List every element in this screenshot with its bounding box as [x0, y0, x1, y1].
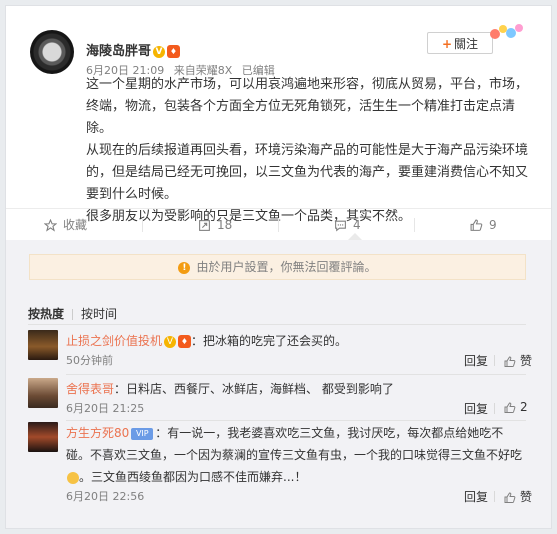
comment-text: 方生方死80 VIP ：有一说一，我老婆喜欢吃三文鱼，我讨厌吃，每次都点给她吃不碰。…: [66, 422, 526, 488]
verified-icon: V: [164, 335, 177, 348]
reply-button[interactable]: 回复: [464, 488, 488, 505]
warning-icon: !: [178, 261, 191, 274]
like-count: 9: [489, 218, 497, 232]
tab-sort-time[interactable]: 按时间: [81, 307, 117, 321]
divider: [278, 218, 279, 232]
comment-item: 方生方死80 VIP ：有一说一，我老婆喜欢吃三文鱼，我讨厌吃，每次都点给她吃不碰。…: [28, 422, 532, 508]
like-button[interactable]: 9: [470, 209, 497, 241]
follow-button[interactable]: + 關注: [427, 32, 493, 54]
like-label: 赞: [520, 354, 533, 368]
comment-time: 6月20日 21:25: [66, 402, 145, 415]
post-username[interactable]: 海陵岛胖哥 V ♦: [86, 40, 181, 59]
comment-body-end: 。三文鱼西绫鱼都因为口感不佳而嫌弃...！: [79, 470, 307, 484]
favorite-button[interactable]: 收藏: [43, 209, 88, 241]
comment-like-button[interactable]: 赞: [504, 352, 532, 369]
divider: [494, 491, 495, 502]
favorite-label: 收藏: [63, 218, 88, 232]
divider: [66, 374, 526, 375]
post-paragraph: 这一个星期的水产市场，可以用哀鸿遍地来形容，彻底从贸易，平台，市场，终端，物流，…: [86, 77, 529, 136]
member-level-icon: ♦: [178, 335, 192, 348]
like-label: 赞: [520, 490, 533, 504]
comment-pointer: [348, 233, 362, 240]
like-count: 2: [520, 400, 528, 414]
thumbs-up-icon: [504, 491, 516, 503]
comment-body: ：把冰箱的吃完了还会买的。: [191, 334, 348, 348]
star-icon: [43, 218, 58, 232]
comment-like-button[interactable]: 赞: [504, 488, 532, 505]
reply-button[interactable]: 回复: [464, 400, 488, 417]
post-content: 这一个星期的水产市场，可以用哀鸿遍地来形容，彻底从贸易，平台，市场，终端，物流，…: [86, 74, 536, 228]
festive-sticker-icon: [490, 24, 523, 39]
commenter-name[interactable]: 止损之剑价值投机: [66, 334, 162, 348]
thumbs-up-icon: [470, 219, 483, 231]
user-avatar[interactable]: [30, 30, 74, 74]
comment-time: 50分钟前: [66, 354, 113, 367]
tab-sort-hot[interactable]: 按热度: [28, 307, 64, 321]
thumbs-up-icon: [504, 401, 516, 413]
post-action-bar: 收藏 18 4 9: [6, 208, 551, 241]
comment-item: 舍得表哥：日料店、西餐厅、冰鲜店，海鲜档、 都受到影响了 6月20日 21:25…: [28, 378, 528, 418]
comment-time: 6月20日 22:56: [66, 490, 145, 503]
commenter-avatar[interactable]: [28, 422, 58, 452]
follow-label: 關注: [454, 37, 479, 51]
divider: [494, 403, 495, 414]
comment-text: 舍得表哥：日料店、西餐厅、冰鲜店，海鲜档、 都受到影响了: [66, 378, 526, 400]
divider: [414, 218, 415, 232]
divider: [142, 218, 143, 232]
vip-badge-icon: VIP: [131, 427, 154, 440]
repost-icon: [199, 220, 210, 231]
post-paragraph: 从现在的后续报道再回头看，环境污染海产品的可能性是大于海产品污染环境的，但是结局…: [86, 143, 529, 202]
commenter-avatar[interactable]: [28, 378, 58, 408]
verified-icon: V: [153, 45, 166, 58]
plus-icon: +: [441, 37, 453, 51]
commenter-avatar[interactable]: [28, 330, 58, 360]
comment-text: 止损之剑价值投机 V ♦ ：把冰箱的吃完了还会买的。: [66, 330, 526, 352]
notice-text: 由於用户設置，你無法回覆評論。: [196, 260, 377, 274]
comment-like-button[interactable]: 2: [504, 400, 528, 414]
divider: [28, 324, 526, 325]
divider: [66, 420, 526, 421]
comment-count: 4: [353, 218, 361, 232]
comment-disabled-notice: ! 由於用户設置，你無法回覆評論。: [29, 254, 526, 280]
comment-body: ：日料店、西餐厅、冰鲜店，海鲜档、 都受到影响了: [114, 382, 394, 396]
thumbs-up-icon: [504, 355, 516, 367]
repost-count: 18: [217, 218, 233, 232]
repost-button[interactable]: 18: [198, 209, 232, 241]
comment-item: 止损之剑价值投机 V ♦ ：把冰箱的吃完了还会买的。 50分钟前 回复 赞: [28, 330, 532, 370]
weibo-card: 海陵岛胖哥 V ♦ 6月20日 21:09 来自荣耀8X 已编辑 + 關注 这一个星期…: [5, 5, 552, 529]
emoji-icon: [67, 471, 79, 484]
username-text[interactable]: 海陵岛胖哥: [86, 44, 151, 59]
commenter-name[interactable]: 方生方死80: [66, 426, 129, 440]
comment-sort-tabs: 按热度 按时间: [28, 305, 117, 322]
commenter-name[interactable]: 舍得表哥: [66, 382, 114, 396]
comment-icon: [335, 220, 346, 232]
member-level-icon: ♦: [167, 45, 181, 58]
divider: [494, 355, 495, 366]
divider: [72, 309, 74, 320]
reply-button[interactable]: 回复: [464, 352, 488, 369]
